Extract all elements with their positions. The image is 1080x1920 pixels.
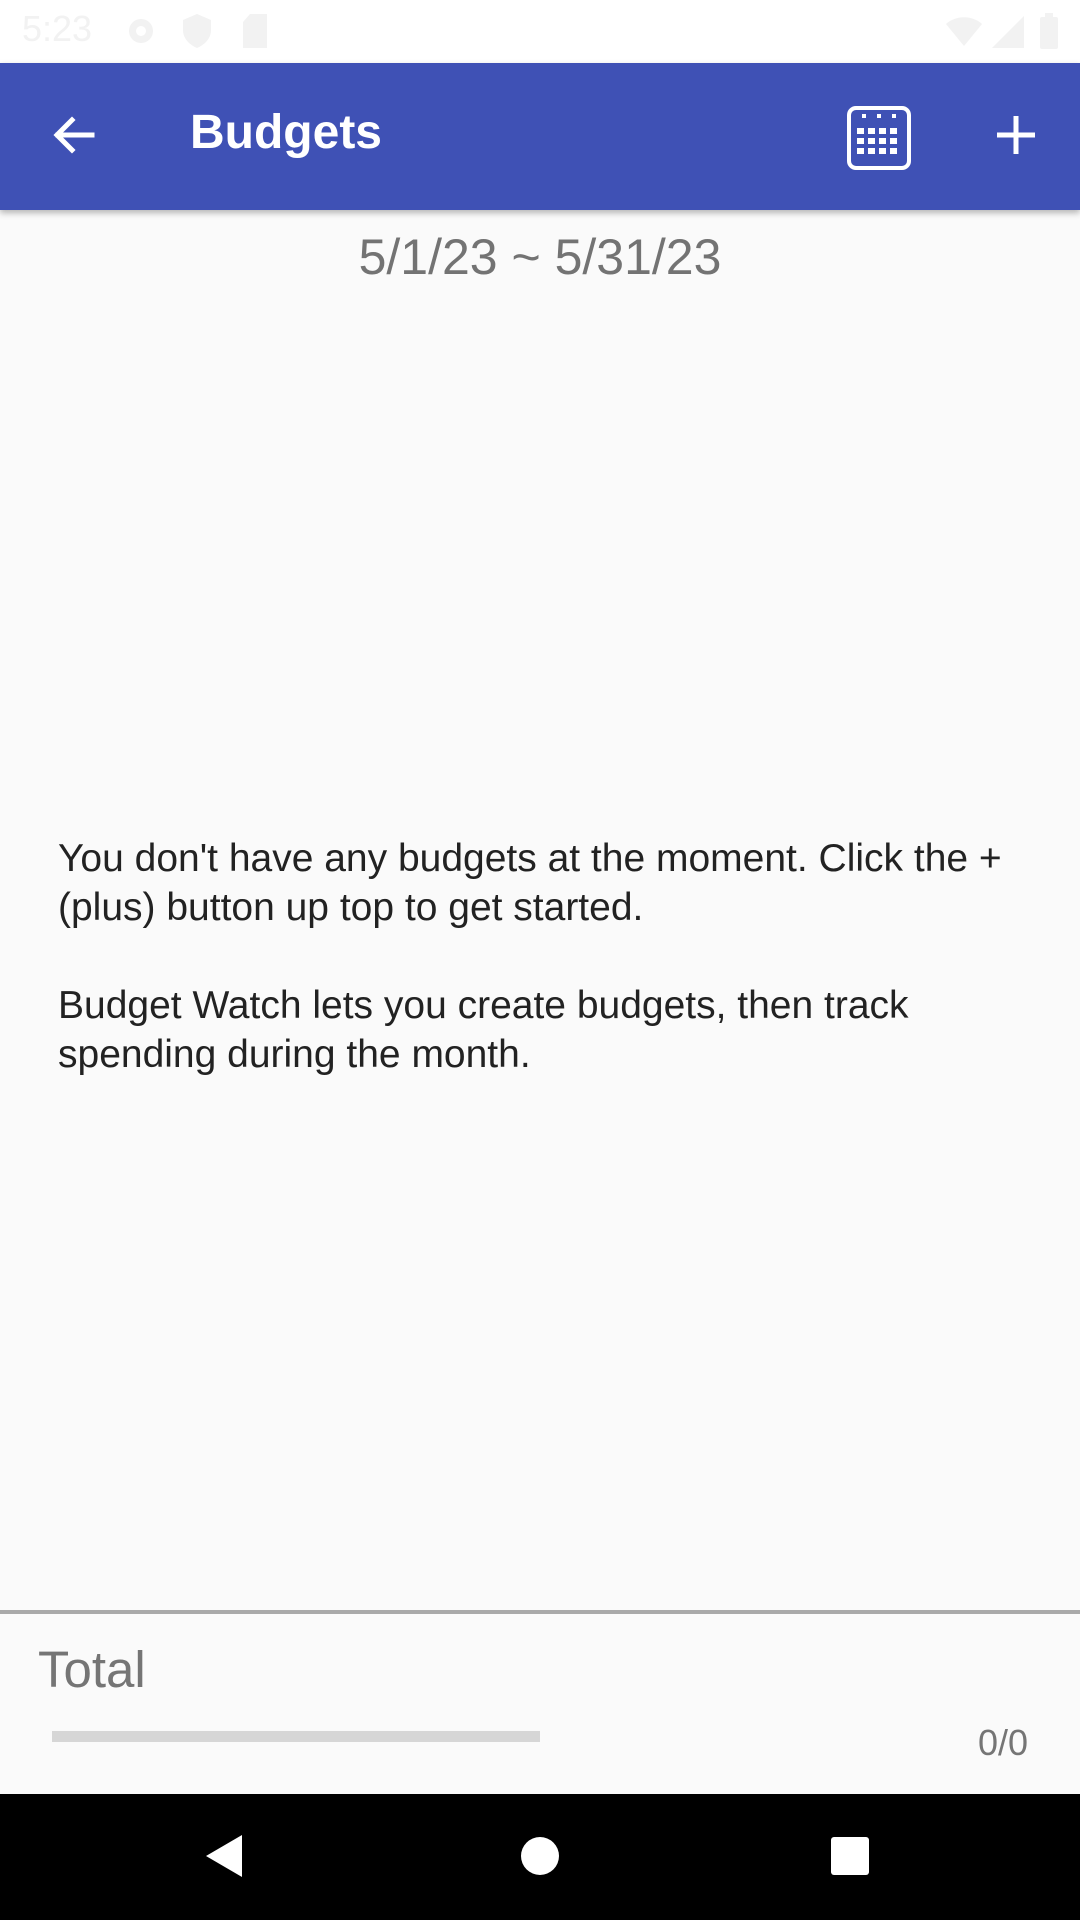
add-budget-button[interactable] [978, 99, 1054, 175]
app-bar: Budgets [0, 63, 1080, 210]
date-range-label: 5/1/23 ~ 5/31/23 [358, 229, 722, 285]
date-range-button[interactable] [838, 99, 920, 181]
nav-home-button[interactable] [502, 1820, 578, 1896]
home-circle-icon [520, 1836, 560, 1880]
sd-card-icon [240, 12, 270, 54]
status-time: 5:23 [22, 8, 93, 49]
gear-icon [122, 12, 160, 54]
empty-state-line-2: Budget Watch lets you create budgets, th… [58, 984, 909, 1076]
recents-square-icon [830, 1836, 870, 1880]
empty-state-line-1: You don't have any budgets at the moment… [58, 837, 1002, 929]
total-label: Total [38, 1641, 146, 1698]
signal-icon [990, 12, 1026, 54]
back-triangle-icon [202, 1833, 246, 1883]
battery-icon [1038, 12, 1060, 54]
wifi-icon [944, 12, 984, 54]
back-arrow-icon [50, 111, 98, 163]
total-progress-bar [52, 1731, 540, 1742]
divider [0, 1610, 1080, 1614]
status-bar: 5:23 [0, 0, 1080, 63]
nav-back-button[interactable] [186, 1820, 262, 1896]
total-value: 0/0 [977, 1722, 1028, 1763]
shield-icon [180, 12, 214, 54]
plus-icon [995, 114, 1037, 160]
system-nav-bar [0, 1794, 1080, 1920]
page-title: Budgets [190, 106, 382, 159]
back-button[interactable] [36, 99, 112, 175]
nav-recents-button[interactable] [812, 1820, 888, 1896]
calendar-icon [846, 105, 912, 175]
empty-state-message: You don't have any budgets at the moment… [58, 834, 1028, 1128]
